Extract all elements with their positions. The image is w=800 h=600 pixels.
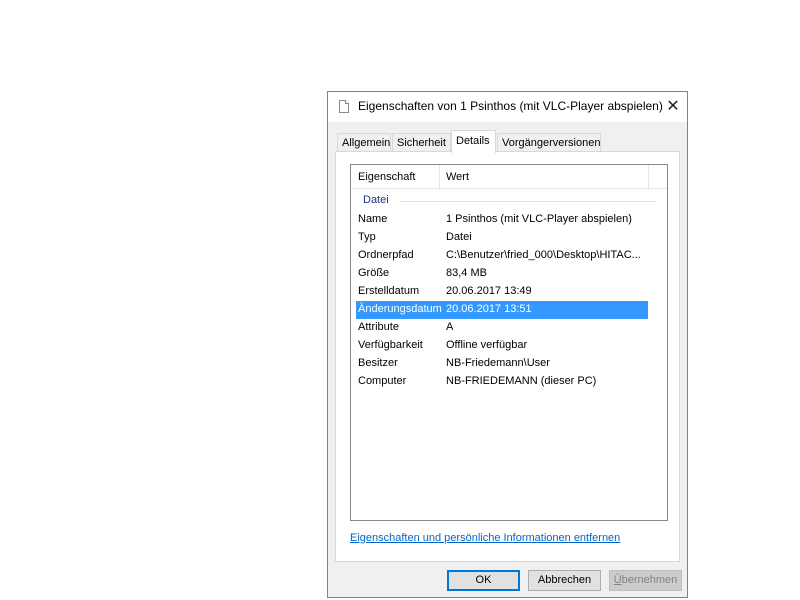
list-item[interactable]: Besitzer NB-Friedemann\User [356, 355, 648, 373]
list-item[interactable]: Größe 83,4 MB [356, 265, 648, 283]
property-name: Erstelldatum [358, 285, 420, 297]
property-value: 20.06.2017 13:51 [446, 303, 532, 315]
document-icon [339, 100, 349, 113]
tab-vorgaengerversionen[interactable]: Vorgängerversionen [497, 133, 601, 152]
property-value: NB-Friedemann\User [446, 357, 550, 369]
property-name: Besitzer [358, 357, 398, 369]
group-divider [399, 201, 657, 202]
column-header-property[interactable]: Eigenschaft [358, 171, 415, 183]
close-button[interactable]: ✕ [659, 92, 687, 122]
ok-button[interactable]: OK [447, 570, 520, 591]
property-name: Größe [358, 267, 390, 279]
window-title: Eigenschaften von 1 Psinthos (mit VLC-Pl… [358, 99, 663, 113]
list-item[interactable]: Computer NB-FRIEDEMANN (dieser PC) [356, 373, 648, 391]
property-value: 20.06.2017 13:49 [446, 285, 532, 297]
property-value: Datei [446, 231, 472, 243]
property-value: NB-FRIEDEMANN (dieser PC) [446, 375, 597, 387]
details-list[interactable]: Eigenschaft Wert Datei Name 1 Psinthos (… [350, 164, 668, 521]
property-value: 1 Psinthos (mit VLC-Player abspielen) [446, 213, 632, 225]
group-label: Datei [363, 194, 389, 206]
remove-properties-link[interactable]: Eigenschaften und persönliche Informatio… [350, 532, 620, 544]
list-item[interactable]: Attribute A [356, 319, 648, 337]
apply-mnemonic: Ü [613, 574, 622, 586]
properties-dialog: Eigenschaften von 1 Psinthos (mit VLC-Pl… [327, 91, 688, 598]
apply-label: bernehmen [621, 574, 678, 586]
list-item[interactable]: Ordnerpfad C:\Benutzer\fried_000\Desktop… [356, 247, 648, 265]
list-item[interactable]: Typ Datei [356, 229, 648, 247]
list-header: Eigenschaft Wert [351, 165, 667, 189]
list-item-selected[interactable]: Änderungsdatum 20.06.2017 13:51 [356, 301, 648, 319]
property-name: Ordnerpfad [358, 249, 414, 261]
property-name: Verfügbarkeit [358, 339, 423, 351]
tab-allgemein[interactable]: Allgemein [337, 133, 391, 152]
property-name: Typ [358, 231, 376, 243]
cancel-button[interactable]: Abbrechen [528, 570, 601, 591]
title-bar[interactable]: Eigenschaften von 1 Psinthos (mit VLC-Pl… [328, 92, 687, 122]
property-name: Name [358, 213, 388, 225]
property-value: 83,4 MB [446, 267, 487, 279]
list-item[interactable]: Erstelldatum 20.06.2017 13:49 [356, 283, 648, 301]
property-value: Offline verfügbar [446, 339, 528, 351]
property-name: Attribute [358, 321, 399, 333]
column-divider[interactable] [439, 165, 440, 188]
column-divider[interactable] [648, 165, 649, 188]
property-name: Computer [358, 375, 407, 387]
close-icon: ✕ [666, 98, 680, 115]
apply-button[interactable]: Übernehmen [609, 570, 682, 591]
group-header[interactable]: Datei [363, 194, 657, 208]
tab-details[interactable]: Details [451, 130, 496, 153]
list-item[interactable]: Verfügbarkeit Offline verfügbar [356, 337, 648, 355]
details-panel: Eigenschaft Wert Datei Name 1 Psinthos (… [335, 151, 680, 562]
list-item[interactable]: Name 1 Psinthos (mit VLC-Player abspiele… [356, 211, 648, 229]
property-value: A [446, 321, 454, 333]
tab-sicherheit[interactable]: Sicherheit [392, 133, 451, 152]
column-header-value[interactable]: Wert [446, 171, 469, 183]
property-name: Änderungsdatum [358, 303, 442, 315]
property-value: C:\Benutzer\fried_000\Desktop\HITAC... [446, 249, 641, 261]
